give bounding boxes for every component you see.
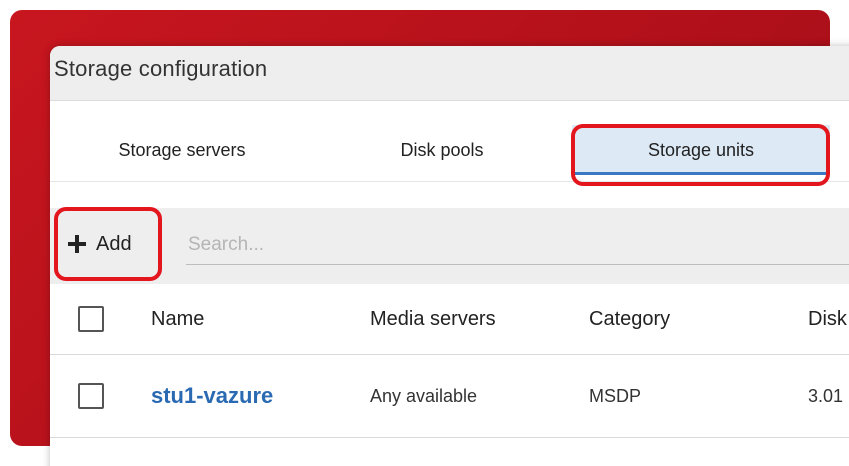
select-all-cell <box>78 284 104 354</box>
tab-storage-units[interactable]: Storage units <box>572 125 830 175</box>
table-header-row: Name Media servers Category Disk <box>50 284 849 355</box>
row-category: MSDP <box>589 385 642 406</box>
row-name-cell: stu1-vazure <box>151 355 273 437</box>
column-header-category[interactable]: Category <box>589 284 670 354</box>
screenshot-stage: Storage configuration Storage servers Di… <box>0 0 849 466</box>
tab-storage-servers-label: Storage servers <box>118 140 246 160</box>
select-all-checkbox[interactable] <box>78 306 104 332</box>
add-button-label: Add <box>96 232 132 255</box>
row-checkbox[interactable] <box>78 383 104 409</box>
row-disk: 3.01 <box>808 385 844 406</box>
tab-disk-pools-label: Disk pools <box>400 140 484 160</box>
storage-configuration-panel: Storage configuration Storage servers Di… <box>50 46 849 466</box>
table-row: stu1-vazure Any available MSDP 3.01 <box>50 355 849 438</box>
column-header-disk[interactable]: Disk <box>808 284 847 354</box>
storage-unit-link[interactable]: stu1-vazure <box>151 383 273 409</box>
tab-storage-units-label: Storage units <box>647 140 755 160</box>
page-title: Storage configuration <box>54 56 268 81</box>
row-media-servers: Any available <box>370 385 478 406</box>
tab-bar: Storage servers Disk pools Storage units <box>50 101 849 182</box>
storage-units-table: Name Media servers Category Disk stu1-va… <box>50 284 849 438</box>
add-button[interactable]: Add <box>68 224 148 264</box>
toolbar: Add <box>50 208 849 284</box>
tab-disk-pools[interactable]: Disk pools <box>332 125 552 175</box>
column-header-name[interactable]: Name <box>151 284 204 354</box>
plus-icon <box>68 235 86 253</box>
row-select-cell <box>78 355 104 437</box>
tab-storage-servers[interactable]: Storage servers <box>72 125 292 175</box>
search-input[interactable] <box>186 226 849 265</box>
panel-header: Storage configuration <box>50 46 849 101</box>
column-header-media-servers[interactable]: Media servers <box>370 284 496 354</box>
